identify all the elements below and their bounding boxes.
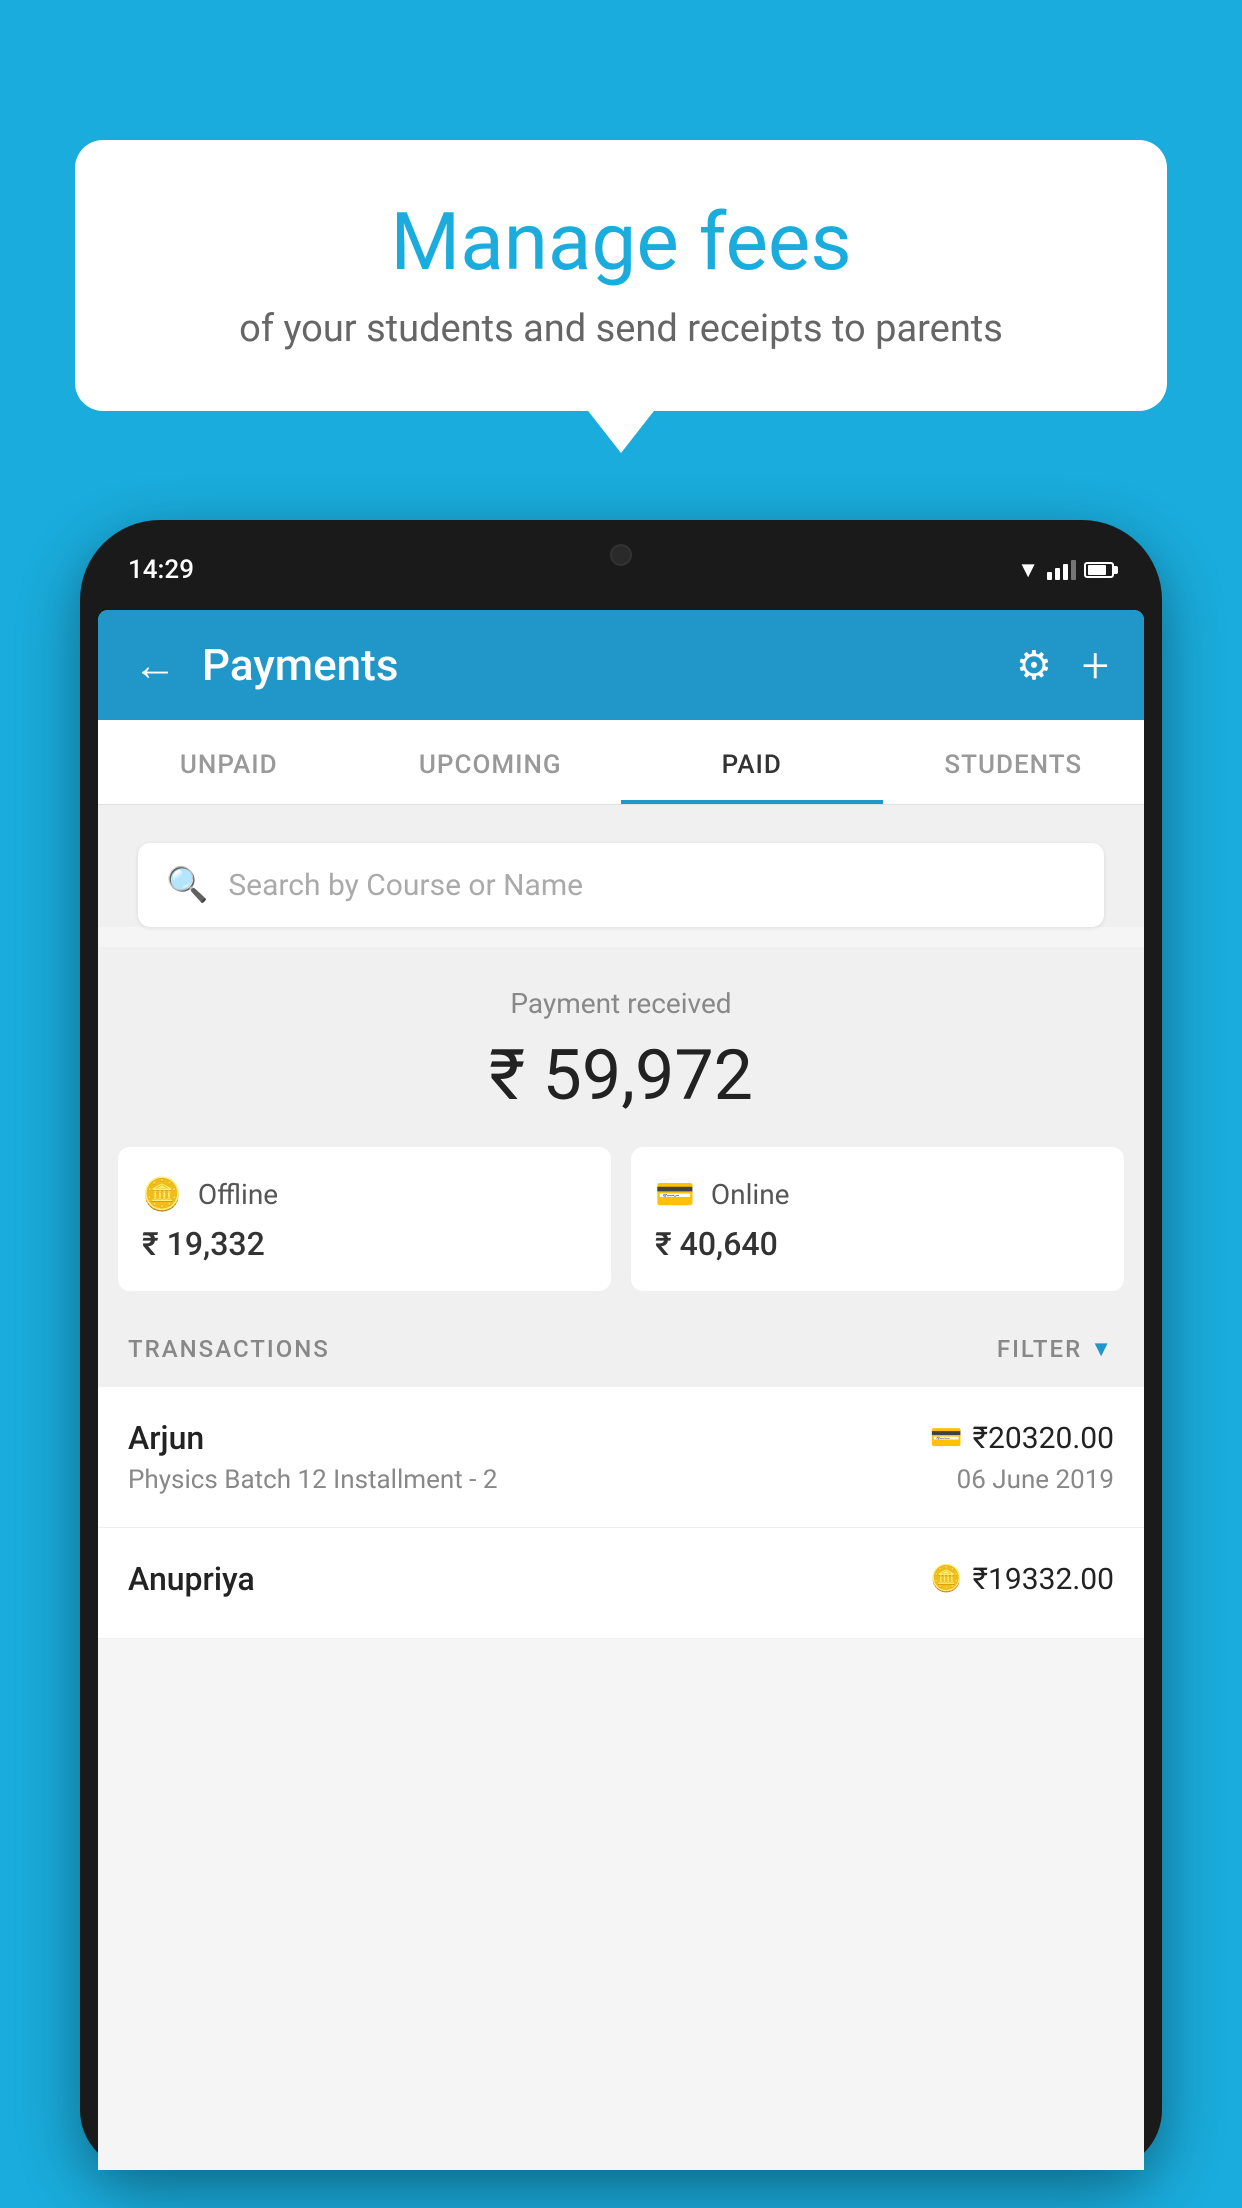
payment-method-icon: 💳 — [930, 1423, 962, 1453]
app-content: ← Payments ⚙ + UNPAID UPCOMING — [98, 610, 1144, 2170]
phone-container: 14:29 ▼ ← — [80, 520, 1162, 2208]
add-button[interactable]: + — [1082, 637, 1109, 694]
transaction-amount-container: 💳 ₹20320.00 — [930, 1421, 1114, 1456]
transaction-row[interactable]: Arjun 💳 ₹20320.00 Physics Batch 12 Insta… — [98, 1387, 1144, 1528]
offline-label: Offline — [198, 1178, 278, 1211]
offline-payment-icon: 🪙 — [142, 1175, 182, 1213]
camera-dot — [610, 544, 632, 566]
tab-students[interactable]: STUDENTS — [883, 720, 1145, 804]
background: Manage fees of your students and send re… — [0, 0, 1242, 2208]
payment-received-label: Payment received — [118, 987, 1124, 1020]
bubble-title: Manage fees — [135, 195, 1107, 289]
transaction-amount-container: 🪙 ₹19332.00 — [930, 1562, 1114, 1597]
signal-bars — [1047, 560, 1076, 580]
header-left: ← Payments — [133, 639, 398, 691]
status-time: 14:29 — [128, 555, 194, 585]
online-label: Online — [711, 1178, 790, 1211]
header-right: ⚙ + — [1016, 637, 1109, 694]
online-payment-icon: 💳 — [655, 1175, 695, 1213]
speech-bubble-container: Manage fees of your students and send re… — [75, 140, 1167, 411]
filter-icon: ▼ — [1090, 1336, 1114, 1362]
search-bar[interactable]: 🔍 Search by Course or Name — [138, 843, 1104, 927]
tabs-container: UNPAID UPCOMING PAID STUDENTS — [98, 720, 1144, 805]
filter-button[interactable]: FILTER ▼ — [997, 1335, 1114, 1363]
transaction-name: Anupriya — [128, 1560, 255, 1598]
battery-icon — [1084, 562, 1114, 578]
transaction-amount: ₹20320.00 — [973, 1421, 1114, 1456]
tab-unpaid[interactable]: UNPAID — [98, 720, 360, 804]
transaction-date: 06 June 2019 — [957, 1465, 1114, 1495]
wifi-icon: ▼ — [1017, 557, 1039, 583]
speech-bubble: Manage fees of your students and send re… — [75, 140, 1167, 411]
online-amount: ₹ 40,640 — [655, 1225, 1100, 1263]
payment-cards: 🪙 Offline ₹ 19,332 💳 Online ₹ 40,640 — [98, 1147, 1144, 1311]
tab-paid[interactable]: PAID — [621, 720, 883, 804]
transaction-name: Arjun — [128, 1419, 204, 1457]
bubble-subtitle: of your students and send receipts to pa… — [135, 307, 1107, 351]
transaction-amount: ₹19332.00 — [973, 1562, 1114, 1597]
transaction-row[interactable]: Anupriya 🪙 ₹19332.00 — [98, 1528, 1144, 1639]
tab-upcoming[interactable]: UPCOMING — [360, 720, 622, 804]
payment-summary: Payment received ₹ 59,972 — [98, 947, 1144, 1147]
settings-icon[interactable]: ⚙ — [1016, 642, 1052, 689]
phone-notch — [541, 530, 701, 580]
search-input-placeholder: Search by Course or Name — [228, 868, 583, 903]
status-bar: 14:29 ▼ — [98, 530, 1144, 610]
online-card: 💳 Online ₹ 40,640 — [631, 1147, 1124, 1291]
transactions-header: TRANSACTIONS FILTER ▼ — [98, 1311, 1144, 1387]
status-icons: ▼ — [1017, 557, 1114, 583]
payment-amount: ₹ 59,972 — [118, 1035, 1124, 1117]
transaction-course: Physics Batch 12 Installment - 2 — [128, 1465, 497, 1495]
offline-card: 🪙 Offline ₹ 19,332 — [118, 1147, 611, 1291]
offline-amount: ₹ 19,332 — [142, 1225, 587, 1263]
search-icon: 🔍 — [166, 865, 208, 905]
transactions-section-label: TRANSACTIONS — [128, 1335, 330, 1363]
phone: 14:29 ▼ ← — [80, 520, 1162, 2170]
payment-method-icon: 🪙 — [930, 1564, 962, 1594]
back-button[interactable]: ← — [133, 639, 177, 691]
header-title: Payments — [202, 639, 398, 691]
app-header: ← Payments ⚙ + — [98, 610, 1144, 720]
